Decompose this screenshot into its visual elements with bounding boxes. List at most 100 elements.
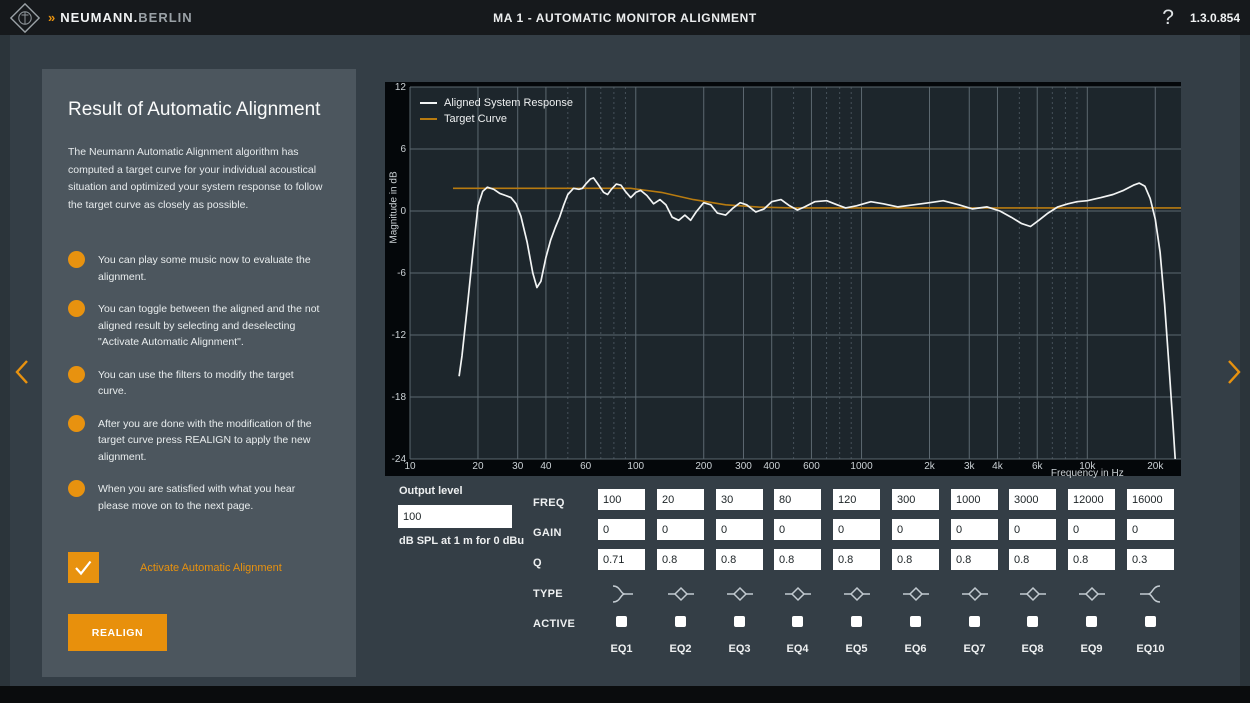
instruction-item: You can toggle between the aligned and t… [68,301,324,351]
eq8-type-bell-icon[interactable] [1018,583,1048,605]
eq9-active-checkbox[interactable] [1086,616,1097,627]
eq3-gain-input[interactable] [716,519,763,540]
bottom-bar [0,686,1250,703]
output-level-label: Output level [399,485,463,497]
eq1-freq-input[interactable] [598,489,645,510]
activate-alignment-label[interactable]: Activate Automatic Alignment [140,562,282,574]
eq9-type-bell-icon[interactable] [1077,583,1107,605]
eq6-active-checkbox[interactable] [910,616,921,627]
x-tick-label: 20 [456,461,500,472]
eq9-gain-input[interactable] [1068,519,1115,540]
eq-row-label-freq: FREQ [533,497,565,509]
previous-page-arrow-icon[interactable] [12,356,34,388]
realign-button[interactable]: REALIGN [68,614,167,651]
y-tick-label: 12 [385,82,406,93]
eq2-q-input[interactable] [657,549,704,570]
eq4-type-bell-icon[interactable] [783,583,813,605]
eq-column-label: EQ6 [892,643,939,655]
x-tick-label: 200 [682,461,726,472]
instruction-text: After you are done with the modification… [98,416,324,466]
x-tick-label: 600 [789,461,833,472]
eq5-q-input[interactable] [833,549,880,570]
eq4-gain-input[interactable] [774,519,821,540]
instruction-item: You can use the filters to modify the ta… [68,367,324,400]
eq8-active-checkbox[interactable] [1027,616,1038,627]
eq1-q-input[interactable] [598,549,645,570]
y-tick-label: 6 [385,144,406,155]
eq-column-label: EQ1 [598,643,645,655]
eq2-type-bell-icon[interactable] [666,583,696,605]
eq9-q-input[interactable] [1068,549,1115,570]
legend-item-aligned: Aligned System Response [420,97,573,109]
instruction-text: You can toggle between the aligned and t… [98,301,324,351]
eq4-q-input[interactable] [774,549,821,570]
eq6-gain-input[interactable] [892,519,939,540]
next-page-arrow-icon[interactable] [1222,356,1244,388]
eq3-type-bell-icon[interactable] [725,583,755,605]
eq2-active-checkbox[interactable] [675,616,686,627]
output-level-input[interactable] [398,505,512,528]
eq-row-label-q: Q [533,557,542,569]
activate-alignment-checkbox[interactable] [68,552,99,583]
eq3-active-checkbox[interactable] [734,616,745,627]
instruction-text: You can play some music now to evaluate … [98,252,324,285]
eq10-q-input[interactable] [1127,549,1174,570]
eq1-gain-input[interactable] [598,519,645,540]
eq6-q-input[interactable] [892,549,939,570]
eq9-freq-input[interactable] [1068,489,1115,510]
eq8-freq-input[interactable] [1009,489,1056,510]
app-title: MA 1 - AUTOMATIC MONITOR ALIGNMENT [0,11,1250,25]
eq7-q-input[interactable] [951,549,998,570]
eq5-freq-input[interactable] [833,489,880,510]
bullet-icon [68,480,85,497]
x-tick-label: 60 [564,461,608,472]
left-edge-strip [0,35,10,686]
eq2-gain-input[interactable] [657,519,704,540]
eq10-gain-input[interactable] [1127,519,1174,540]
legend-item-target: Target Curve [420,113,573,125]
eq7-freq-input[interactable] [951,489,998,510]
eq5-active-checkbox[interactable] [851,616,862,627]
eq8-gain-input[interactable] [1009,519,1056,540]
instruction-list: You can play some music now to evaluate … [68,252,330,514]
eq10-type-lowpass-icon[interactable] [1136,583,1166,605]
eq1-type-highpass-icon[interactable] [607,583,637,605]
eq5-type-bell-icon[interactable] [842,583,872,605]
eq-column-label: EQ9 [1068,643,1115,655]
x-tick-label: 40 [524,461,568,472]
chart-legend: Aligned System Response Target Curve [420,97,573,125]
eq-column-label: EQ4 [774,643,821,655]
eq7-active-checkbox[interactable] [969,616,980,627]
eq5-gain-input[interactable] [833,519,880,540]
y-tick-label: -12 [385,330,406,341]
eq-column-label: EQ5 [833,643,880,655]
output-level-unit: dB SPL at 1 m for 0 dBu [399,535,524,547]
instruction-item: You can play some music now to evaluate … [68,252,324,285]
legend-label: Aligned System Response [444,97,573,109]
eq3-q-input[interactable] [716,549,763,570]
bullet-icon [68,300,85,317]
legend-line-sample [420,102,437,104]
eq10-active-checkbox[interactable] [1145,616,1156,627]
eq2-freq-input[interactable] [657,489,704,510]
x-tick-label: 10 [388,461,432,472]
eq-row-label-gain: GAIN [533,527,562,539]
eq7-type-bell-icon[interactable] [960,583,990,605]
eq-row-label-type: TYPE [533,588,563,600]
eq8-q-input[interactable] [1009,549,1056,570]
instruction-text: You can use the filters to modify the ta… [98,367,324,400]
eq4-freq-input[interactable] [774,489,821,510]
eq4-active-checkbox[interactable] [792,616,803,627]
eq6-freq-input[interactable] [892,489,939,510]
eq6-type-bell-icon[interactable] [901,583,931,605]
eq7-gain-input[interactable] [951,519,998,540]
eq10-freq-input[interactable] [1127,489,1174,510]
x-tick-label: 100 [614,461,658,472]
eq-column-label: EQ2 [657,643,704,655]
help-icon[interactable]: ? [1162,7,1174,28]
result-panel: Result of Automatic Alignment The Neuman… [42,69,356,677]
y-tick-label: 0 [385,206,406,217]
eq1-active-checkbox[interactable] [616,616,627,627]
eq3-freq-input[interactable] [716,489,763,510]
instruction-item: When you are satisfied with what you hea… [68,481,324,514]
